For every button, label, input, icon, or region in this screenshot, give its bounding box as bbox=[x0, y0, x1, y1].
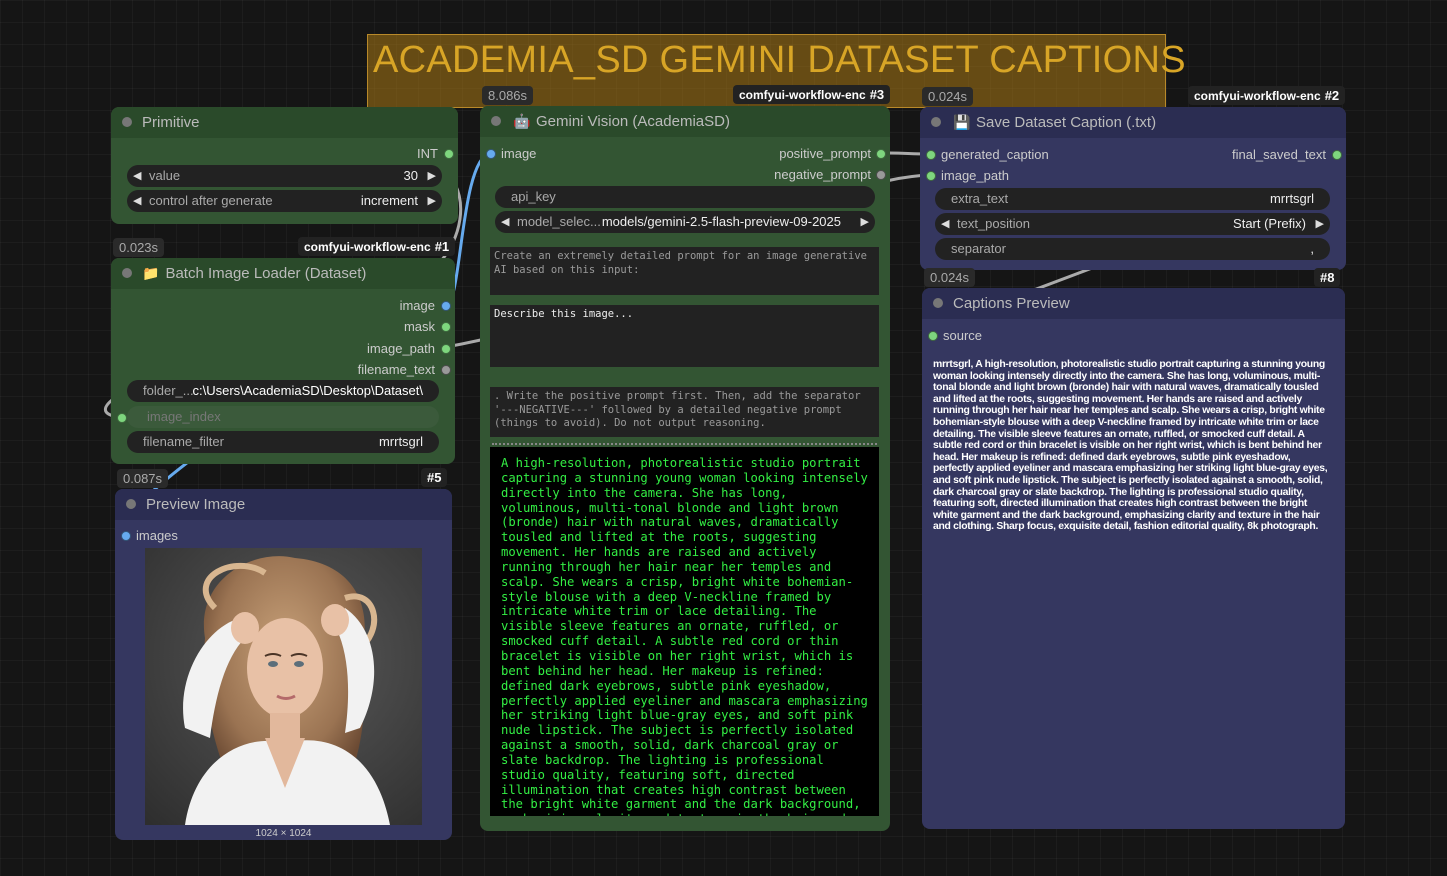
separator-widget[interactable]: separator , bbox=[935, 238, 1330, 260]
preview-time-badge: 0.087s bbox=[117, 469, 169, 488]
api-key-widget[interactable]: api_key bbox=[495, 186, 875, 208]
loader-time-badge: 0.023s bbox=[113, 238, 165, 257]
prev-model-arrow-icon[interactable]: ◀ bbox=[501, 211, 509, 233]
loader-output-filename-dot[interactable] bbox=[441, 365, 451, 375]
preview-image-node[interactable]: Preview Image images 1024 × 1024 bbox=[115, 489, 452, 840]
collapse-dot-icon[interactable] bbox=[491, 116, 501, 126]
captions-id-badge: #8 bbox=[1314, 268, 1341, 287]
next-model-arrow-icon[interactable]: ▶ bbox=[861, 211, 869, 233]
text-position-widget[interactable]: ◀ text_position Start (Prefix) ▶ bbox=[935, 213, 1330, 235]
prev-position-arrow-icon[interactable]: ◀ bbox=[941, 213, 949, 235]
preview-dimensions: 1024 × 1024 bbox=[255, 828, 312, 839]
prompt-suffix-textarea[interactable]: . Write the positive prompt first. Then,… bbox=[490, 387, 879, 437]
primitive-output-label: INT bbox=[417, 146, 438, 161]
decrement-arrow-icon[interactable]: ◀ bbox=[133, 165, 141, 187]
collapse-dot-icon[interactable] bbox=[931, 117, 941, 127]
gemini-input-image-dot[interactable] bbox=[486, 149, 496, 159]
folder-path-widget[interactable]: folder_... c:\Users\AcademiaSD\Desktop\D… bbox=[127, 380, 439, 402]
increment-arrow-icon[interactable]: ▶ bbox=[428, 165, 436, 187]
loader-output-image: image bbox=[399, 298, 435, 313]
loader-node-title[interactable]: 📁 Batch Image Loader (Dataset) bbox=[111, 258, 455, 289]
primitive-output-dot[interactable] bbox=[444, 149, 454, 159]
gemini-vision-node[interactable]: 🤖 Gemini Vision (AcademiaSD) image posit… bbox=[480, 106, 890, 831]
prev-option-arrow-icon[interactable]: ◀ bbox=[133, 190, 141, 212]
save-input-caption-label: generated_caption bbox=[941, 147, 1049, 162]
next-option-arrow-icon[interactable]: ▶ bbox=[428, 190, 436, 212]
prompt-main-textarea[interactable]: Describe this image... bbox=[490, 305, 879, 367]
prompt-prefix-textarea[interactable]: Create an extremely detailed prompt for … bbox=[490, 247, 879, 295]
preview-id-badge: #5 bbox=[421, 468, 448, 487]
gemini-output-positive-label: positive_prompt bbox=[779, 146, 871, 161]
loader-output-path-dot[interactable] bbox=[441, 344, 451, 354]
model-select-widget[interactable]: ◀ model_selec... models/gemini-2.5-flash… bbox=[495, 211, 875, 233]
gemini-output-negative-dot[interactable] bbox=[876, 170, 886, 180]
save-output-label: final_saved_text bbox=[1232, 147, 1326, 162]
captions-preview-text: mrrtsgrl, A high-resolution, photorealis… bbox=[933, 359, 1328, 533]
preview-input-dot[interactable] bbox=[121, 531, 131, 541]
loader-output-mask-dot[interactable] bbox=[441, 322, 451, 332]
primitive-node[interactable]: Primitive INT ◀ value 30 ▶ ◀ control aft… bbox=[111, 107, 458, 224]
image-index-input-dot[interactable] bbox=[117, 413, 127, 423]
save-input-path-dot[interactable] bbox=[926, 171, 936, 181]
collapse-dot-icon[interactable] bbox=[126, 499, 136, 509]
gemini-output-positive-dot[interactable] bbox=[876, 149, 886, 159]
save-output-dot[interactable] bbox=[1332, 150, 1342, 160]
captions-preview-title[interactable]: Captions Preview bbox=[922, 288, 1345, 319]
save-input-path-label: image_path bbox=[941, 168, 1009, 183]
captions-preview-node[interactable]: Captions Preview source mrrtsgrl, A high… bbox=[922, 288, 1345, 829]
floppy-disk-icon: 💾 bbox=[953, 114, 971, 130]
image-index-widget[interactable]: image_index bbox=[127, 406, 439, 428]
primitive-node-title[interactable]: Primitive bbox=[111, 107, 458, 138]
gemini-node-title[interactable]: 🤖 Gemini Vision (AcademiaSD) bbox=[480, 106, 890, 137]
extra-text-widget[interactable]: extra_text mrrtsgrl bbox=[935, 188, 1330, 210]
loader-workflow-badge: comfyui-workflow-enc #1 bbox=[298, 237, 456, 256]
captions-time-badge: 0.024s bbox=[924, 268, 976, 287]
robot-icon: 🤖 bbox=[513, 113, 531, 129]
save-node-title[interactable]: 💾 Save Dataset Caption (.txt) bbox=[920, 107, 1346, 138]
primitive-value-widget[interactable]: ◀ value 30 ▶ bbox=[127, 165, 442, 187]
save-caption-node[interactable]: 💾 Save Dataset Caption (.txt) generated_… bbox=[920, 107, 1346, 270]
save-workflow-badge: comfyui-workflow-enc #2 bbox=[1188, 86, 1346, 105]
save-input-caption-dot[interactable] bbox=[926, 150, 936, 160]
next-position-arrow-icon[interactable]: ▶ bbox=[1316, 213, 1324, 235]
save-time-badge: 0.024s bbox=[922, 87, 974, 106]
captions-input-label: source bbox=[943, 328, 983, 343]
collapse-dot-icon[interactable] bbox=[933, 298, 943, 308]
preview-image-title[interactable]: Preview Image bbox=[115, 489, 452, 520]
loader-output-mask: mask bbox=[403, 319, 435, 334]
collapse-dot-icon[interactable] bbox=[122, 268, 132, 278]
preview-input-label: images bbox=[136, 528, 178, 543]
group-title: ACADEMIA_SD GEMINI DATASET CAPTIONS bbox=[373, 39, 1186, 81]
gemini-output-text: A high-resolution, photorealistic studio… bbox=[490, 447, 879, 816]
gemini-output-negative-label: negative_prompt bbox=[774, 167, 871, 182]
gemini-workflow-badge: comfyui-workflow-enc #3 bbox=[733, 85, 891, 104]
batch-image-loader-node[interactable]: 📁 Batch Image Loader (Dataset) image mask… bbox=[111, 258, 455, 464]
captions-input-dot[interactable] bbox=[928, 331, 938, 341]
gemini-time-badge: 8.086s bbox=[482, 86, 534, 105]
preview-portrait-image[interactable] bbox=[145, 548, 422, 825]
loader-output-path: image_path bbox=[367, 341, 435, 356]
control-after-generate-widget[interactable]: ◀ control after generate increment ▶ bbox=[127, 190, 442, 212]
folder-icon: 📁 bbox=[142, 265, 160, 281]
loader-output-filename: filename_text bbox=[357, 362, 435, 377]
collapse-dot-icon[interactable] bbox=[122, 117, 132, 127]
filename-filter-widget[interactable]: filename_filter mrrtsgrl bbox=[127, 431, 439, 453]
gemini-input-image-label: image bbox=[501, 146, 537, 161]
loader-output-image-dot[interactable] bbox=[441, 301, 451, 311]
